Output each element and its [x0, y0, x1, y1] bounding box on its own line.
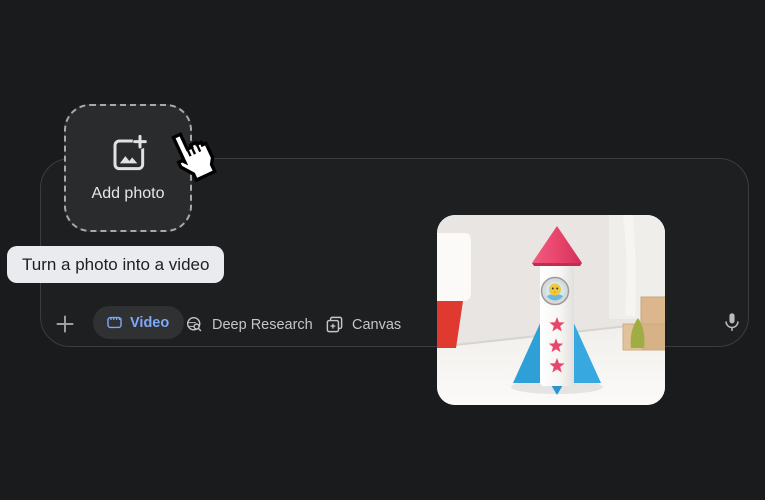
tooltip-text: Turn a photo into a video: [22, 255, 209, 274]
add-photo-label: Add photo: [92, 185, 165, 203]
deep-research-icon: [185, 315, 204, 334]
add-photo-button[interactable]: Add photo: [64, 104, 192, 232]
tool-canvas-label: Canvas: [352, 317, 401, 333]
canvas-icon: [325, 315, 344, 334]
tool-canvas[interactable]: Canvas: [321, 309, 405, 340]
tool-video-chip[interactable]: Video: [93, 306, 184, 339]
mic-button[interactable]: [718, 309, 746, 337]
tool-deep-research-label: Deep Research: [212, 317, 313, 333]
add-photo-icon: [108, 134, 148, 174]
gemini-composer-screen: Video Deep Research: [0, 0, 765, 500]
rocket-photo[interactable]: [437, 215, 665, 405]
plus-icon: [52, 311, 78, 337]
tool-video-label: Video: [130, 315, 169, 331]
add-button[interactable]: [52, 311, 78, 337]
tooltip: Turn a photo into a video: [7, 246, 224, 283]
video-icon: [106, 314, 123, 331]
mic-icon: [721, 311, 743, 333]
tool-deep-research[interactable]: Deep Research: [181, 309, 317, 340]
rocket-photo-illustration: [437, 215, 665, 405]
